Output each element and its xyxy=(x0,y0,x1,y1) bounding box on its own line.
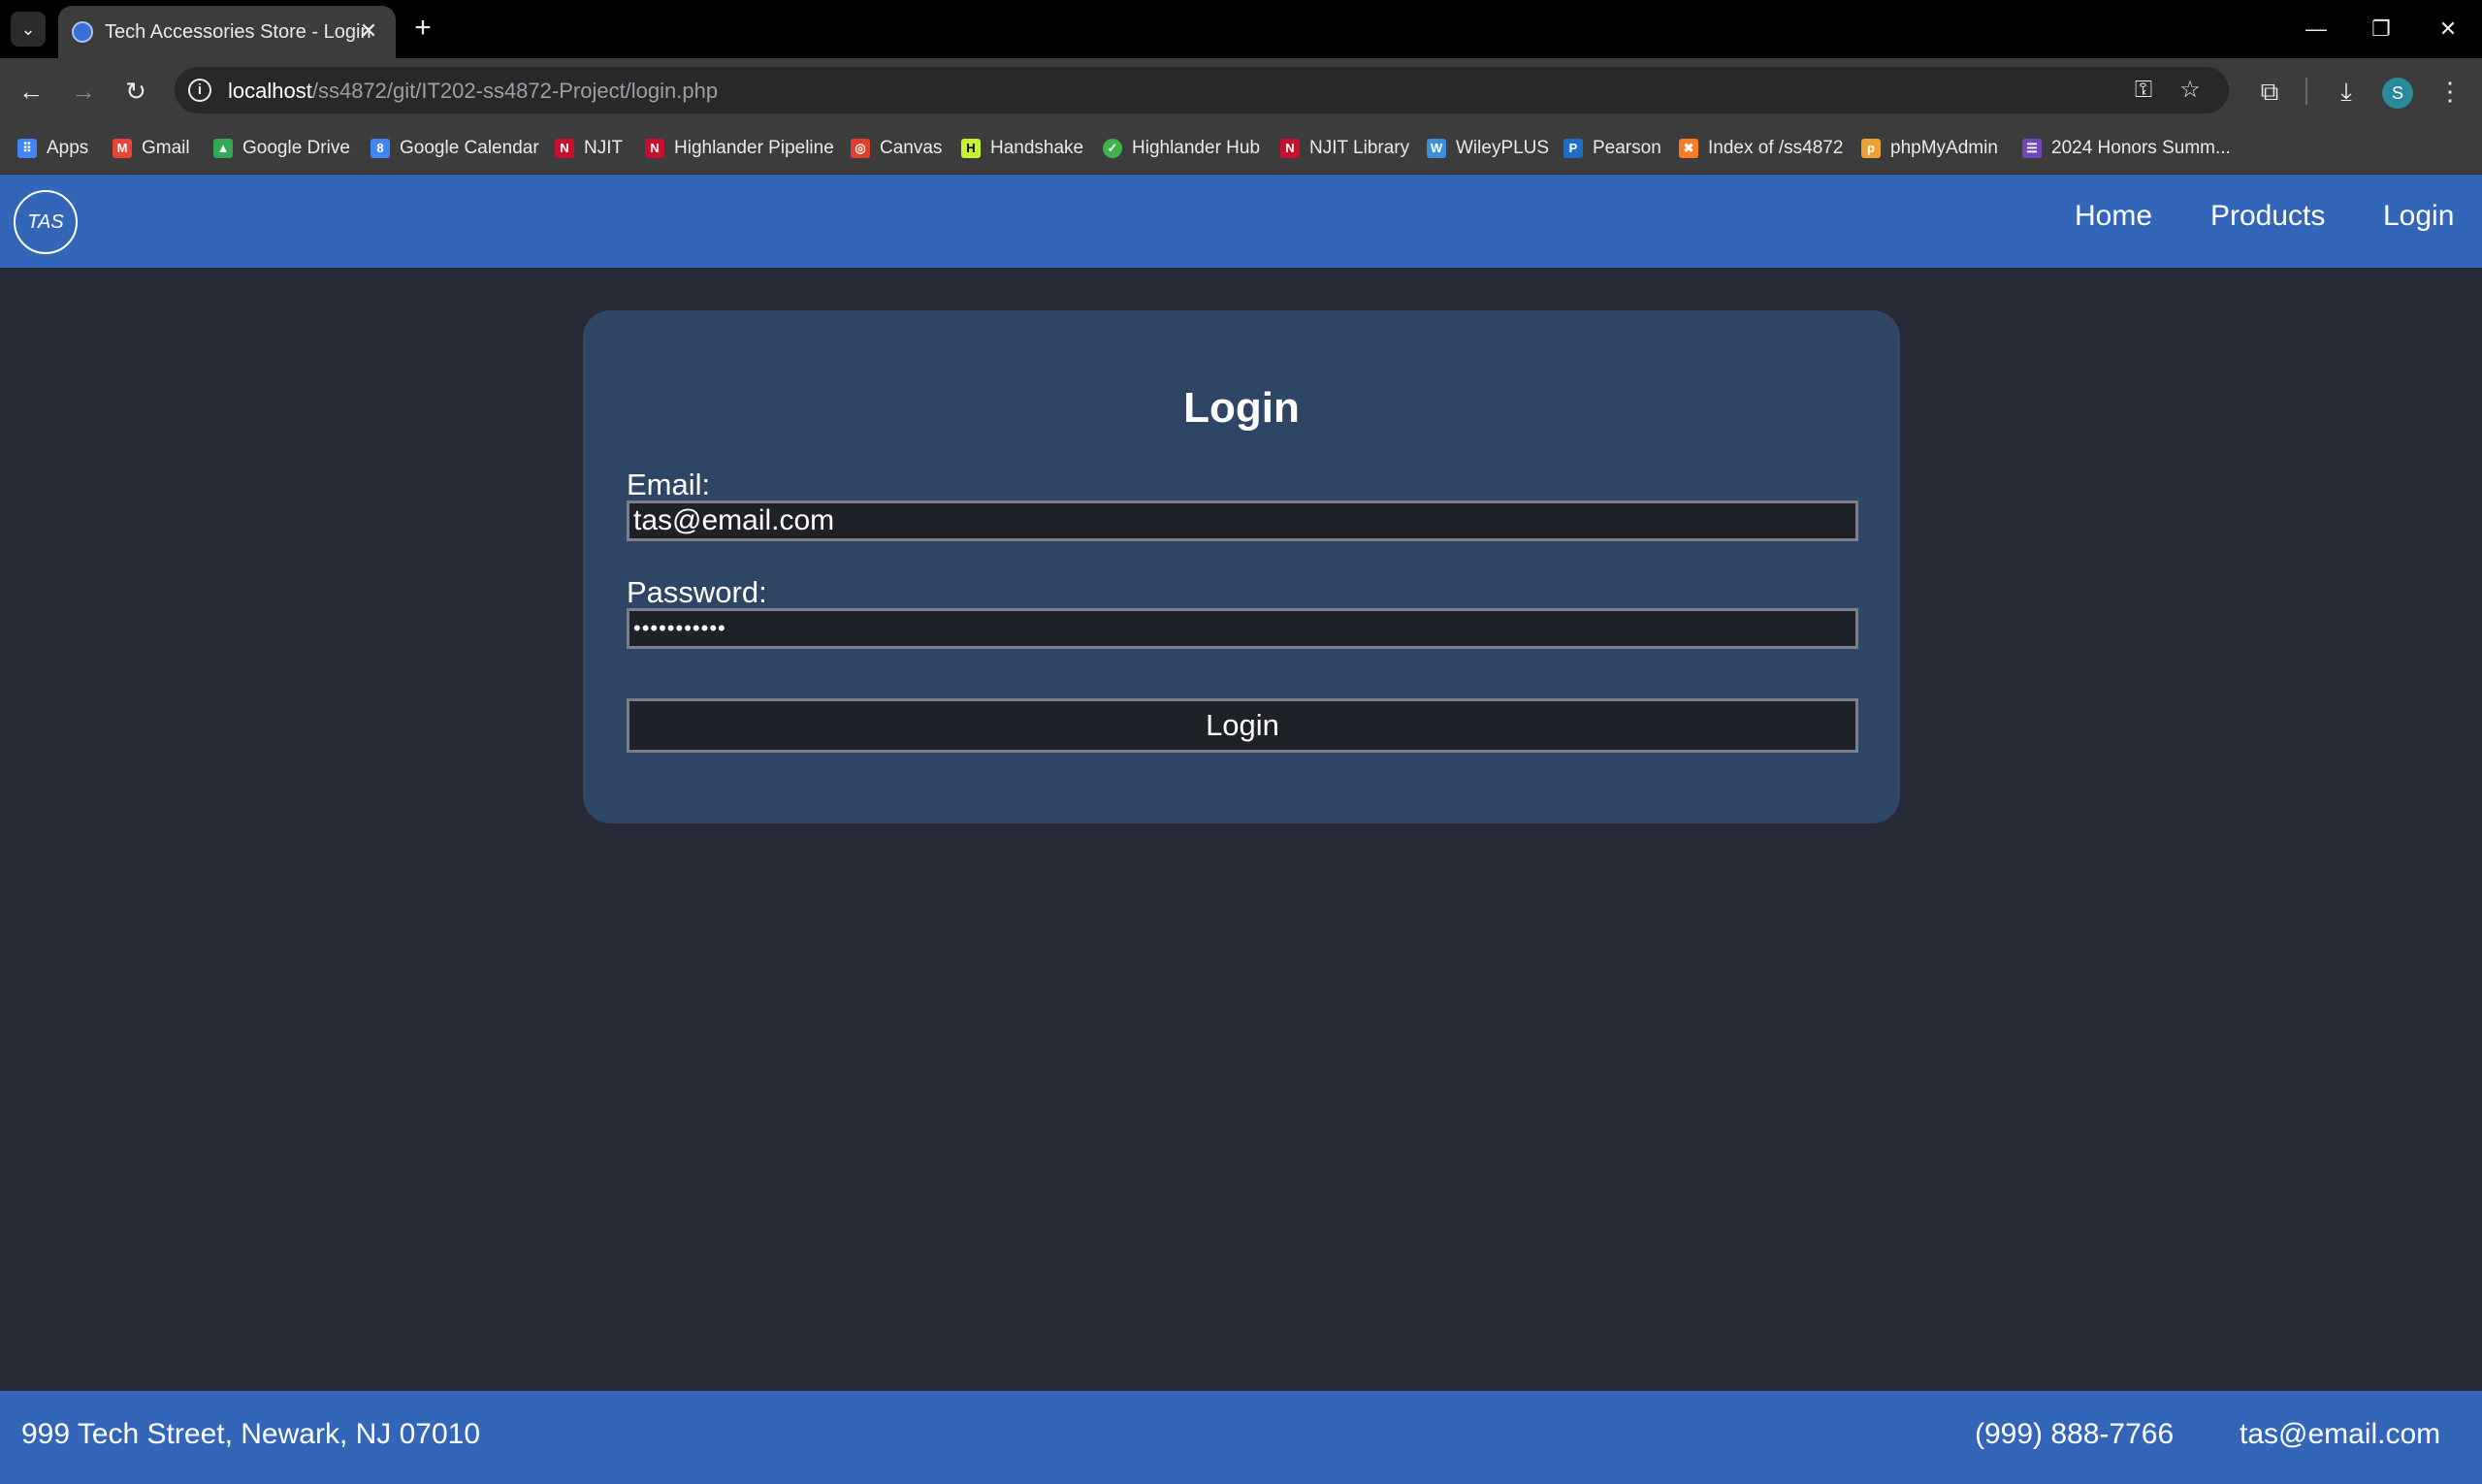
bookmark-honors-summer[interactable]: ☰ 2024 Honors Summ... xyxy=(2022,135,2231,162)
njit-icon: N xyxy=(555,139,574,158)
handshake-icon: H xyxy=(961,139,981,158)
bookmark-highlander-hub[interactable]: ✓ Highlander Hub xyxy=(1103,135,1260,162)
toolbar-separator xyxy=(2305,78,2307,105)
restore-icon[interactable]: ❐ xyxy=(2352,8,2410,50)
bookmark-google-calendar[interactable]: 8 Google Calendar xyxy=(371,135,539,162)
bookmark-index-ss4872[interactable]: ✖ Index of /ss4872 xyxy=(1679,135,1843,162)
email-field[interactable] xyxy=(627,500,1858,541)
email-label: Email: xyxy=(627,468,711,501)
tab-title: Tech Accessories Store - Login xyxy=(105,21,371,43)
password-key-icon[interactable]: ⚿ xyxy=(2128,75,2159,106)
downloads-icon[interactable]: ⤓ xyxy=(2327,72,2366,111)
apps-grid-icon: ⠿ xyxy=(17,139,37,158)
url-host: localhost xyxy=(228,79,312,103)
address-bar[interactable]: i localhost/ss4872/git/IT202-ss4872-Proj… xyxy=(175,67,2229,113)
browser-tabstrip: ⌄ Tech Accessories Store - Login ✕ + — ❐… xyxy=(0,0,2482,58)
bookmark-apps[interactable]: ⠿ Apps xyxy=(17,135,88,162)
footer-email: tas@email.com xyxy=(2240,1418,2441,1450)
bookmark-star-icon[interactable]: ☆ xyxy=(2175,75,2206,106)
google-drive-icon: ▲ xyxy=(213,139,233,158)
site-info-icon[interactable]: i xyxy=(188,79,211,102)
browser-tab-active[interactable]: Tech Accessories Store - Login ✕ xyxy=(58,6,396,58)
njit-icon: N xyxy=(1280,139,1300,158)
tab-search-chevron-icon[interactable]: ⌄ xyxy=(11,12,46,47)
extensions-puzzle-icon[interactable]: ⧉ xyxy=(2250,72,2289,111)
bookmark-phpmyadmin[interactable]: p phpMyAdmin xyxy=(1861,135,1998,162)
bookmark-njit[interactable]: N NJIT xyxy=(555,135,623,162)
window-close-icon[interactable]: ✕ xyxy=(2419,8,2477,50)
address-url[interactable]: localhost/ss4872/git/IT202-ss4872-Projec… xyxy=(228,79,718,104)
pearson-icon: P xyxy=(1563,139,1583,158)
tab-favicon-icon xyxy=(72,21,93,43)
bookmark-canvas[interactable]: ◎ Canvas xyxy=(851,135,942,162)
bookmark-handshake[interactable]: H Handshake xyxy=(961,135,1083,162)
password-field[interactable] xyxy=(627,608,1858,649)
nav-login-link[interactable]: Login xyxy=(2383,200,2454,233)
site-footer: 999 Tech Street, Newark, NJ 07010 (999) … xyxy=(0,1391,2482,1484)
reload-icon[interactable]: ↻ xyxy=(114,70,157,113)
nav-products-link[interactable]: Products xyxy=(2210,200,2325,233)
password-label: Password: xyxy=(627,575,767,609)
bookmark-wileyplus[interactable]: W WileyPLUS xyxy=(1427,135,1549,162)
site-header: TAS Home Products Login xyxy=(0,175,2482,268)
bookmark-pearson[interactable]: P Pearson xyxy=(1563,135,1661,162)
google-calendar-icon: 8 xyxy=(371,139,390,158)
nav-home-link[interactable]: Home xyxy=(2075,200,2152,233)
canvas-icon: ◎ xyxy=(851,139,870,158)
footer-phone: (999) 888-7766 xyxy=(1975,1418,2175,1450)
site-logo[interactable]: TAS xyxy=(14,190,78,254)
login-submit-button[interactable]: Login xyxy=(627,698,1858,753)
login-card: Login Email: Password: Login xyxy=(583,310,1900,823)
more-menu-icon[interactable]: ⋮ xyxy=(2431,72,2469,111)
forward-arrow-icon[interactable]: → xyxy=(62,70,105,113)
browser-toolbar: ← → ↻ i localhost/ss4872/git/IT202-ss487… xyxy=(0,58,2482,122)
phpmyadmin-icon: p xyxy=(1861,139,1881,158)
bookmark-gmail[interactable]: M Gmail xyxy=(113,135,190,162)
forms-icon: ☰ xyxy=(2022,139,2042,158)
bookmark-google-drive[interactable]: ▲ Google Drive xyxy=(213,135,350,162)
url-path: /ss4872/git/IT202-ss4872-Project/login.p… xyxy=(311,79,719,103)
minimize-icon[interactable]: — xyxy=(2287,8,2345,50)
profile-avatar[interactable]: S xyxy=(2382,78,2413,109)
njit-icon: N xyxy=(645,139,664,158)
bookmark-highlander-pipeline[interactable]: N Highlander Pipeline xyxy=(645,135,834,162)
new-tab-plus-icon[interactable]: + xyxy=(405,12,440,47)
back-arrow-icon[interactable]: ← xyxy=(10,70,52,113)
gmail-icon: M xyxy=(113,139,132,158)
bookmarks-bar: ⠿ Apps M Gmail ▲ Google Drive 8 Google Calen… xyxy=(0,122,2482,175)
highlander-hub-icon: ✓ xyxy=(1103,139,1122,158)
tab-close-icon[interactable]: ✕ xyxy=(355,17,382,45)
login-title: Login xyxy=(1183,384,1300,432)
wileyplus-icon: W xyxy=(1427,139,1446,158)
xampp-icon: ✖ xyxy=(1679,139,1698,158)
footer-address: 999 Tech Street, Newark, NJ 07010 xyxy=(21,1418,481,1450)
bookmark-njit-library[interactable]: N NJIT Library xyxy=(1280,135,1409,162)
